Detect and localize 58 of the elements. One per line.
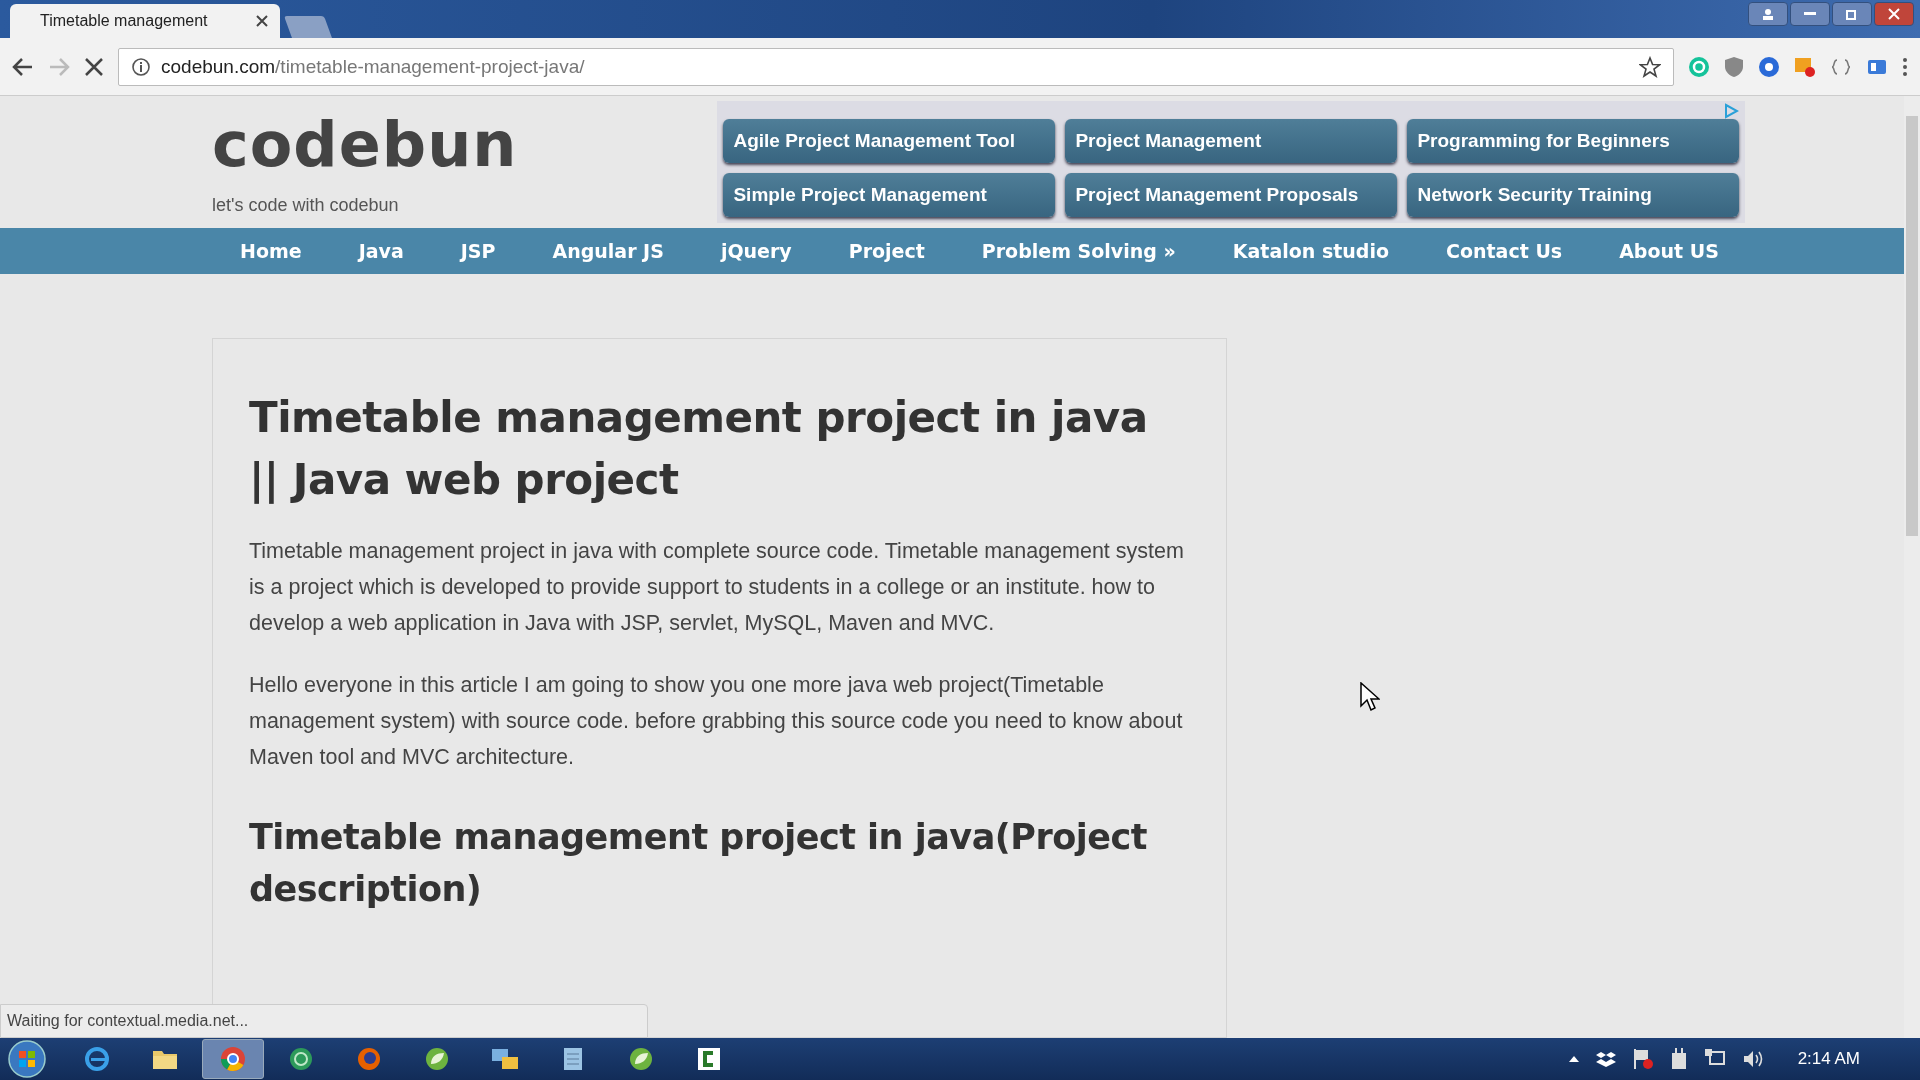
chrome-icon[interactable] xyxy=(219,1045,247,1073)
info-icon[interactable] xyxy=(131,56,151,77)
nav-link[interactable]: Project xyxy=(848,239,925,262)
grammar-check-icon[interactable] xyxy=(1688,55,1710,78)
ad-link-button[interactable]: Simple Project Management xyxy=(723,172,1056,217)
restore-button[interactable] xyxy=(1832,2,1872,26)
blocked-icon[interactable] xyxy=(1794,55,1816,78)
section-heading: Timetable management project in java(Project description) xyxy=(249,816,1148,911)
leaf-icon[interactable] xyxy=(627,1045,655,1073)
nav-link[interactable]: Katalon studio xyxy=(1232,239,1389,262)
ad-link-button[interactable]: Project Management Proposals xyxy=(1065,172,1398,217)
ad-link-button[interactable]: Network Security Training xyxy=(1407,172,1740,217)
tray-arrow-icon[interactable] xyxy=(1567,1055,1580,1063)
nav-link[interactable]: Contact Us xyxy=(1446,239,1563,262)
scrollbar[interactable] xyxy=(1904,96,1920,1038)
back-icon[interactable] xyxy=(12,56,34,77)
article-paragraph: Timetable management project in java with complete source code. Timetable management system is a project which is developed to provide support to students in a college or an institute. how to develop a web application in Java with JSP, servlet, MySQL, Maven and MVC. xyxy=(249,538,1185,637)
scrollbar-thumb[interactable] xyxy=(1906,116,1918,536)
notepad-icon[interactable] xyxy=(561,1045,585,1073)
power-plug-icon[interactable] xyxy=(1669,1048,1688,1070)
nav-link[interactable]: JSP xyxy=(460,239,496,262)
status-bubble: Waiting for contextual.media.net... xyxy=(0,1004,648,1038)
leaf-icon[interactable] xyxy=(423,1045,451,1073)
article-title: Timetable management project in java || Java web project xyxy=(249,392,1149,506)
star-icon[interactable] xyxy=(1639,55,1661,78)
nav-link[interactable]: Home xyxy=(240,239,302,262)
close-icon[interactable] xyxy=(256,15,268,27)
nav-link[interactable]: jQuery xyxy=(720,239,792,262)
shield-icon[interactable] xyxy=(1724,55,1744,78)
menu-icon[interactable] xyxy=(1902,56,1908,77)
address-field[interactable]: codebun.com/timetable-management-project-java/ xyxy=(118,47,1674,86)
nav-link[interactable]: About US xyxy=(1619,239,1719,262)
new-tab-button[interactable] xyxy=(284,16,332,38)
browser-icon[interactable] xyxy=(83,1045,111,1073)
url-text: codebun.com/timetable-management-project-java/ xyxy=(161,55,586,78)
site-tagline: let's code with codebun xyxy=(212,194,400,216)
browser-tab[interactable]: Timetable management xyxy=(10,4,280,38)
site-logo[interactable]: codebun xyxy=(212,107,518,181)
article-paragraph: Hello everyone in this article I am going to show you one more java web project(Timetable management system) with source code. before grabbing this source code you need to know about Maven tool and MVC architecture. xyxy=(249,672,1184,771)
close-button[interactable] xyxy=(1874,2,1914,26)
nav-link[interactable]: Java xyxy=(358,239,404,262)
nav-link[interactable]: Angular JS xyxy=(552,239,664,262)
close-icon xyxy=(1888,8,1900,20)
minimize-icon xyxy=(1804,12,1816,16)
ad-link-button[interactable]: Project Management xyxy=(1065,118,1398,163)
nav-link[interactable]: Problem Solving » xyxy=(981,239,1176,262)
minimize-button[interactable] xyxy=(1790,2,1830,26)
restore-icon xyxy=(1846,8,1858,20)
clock-text[interactable]: 2:14 AM xyxy=(1797,1049,1860,1069)
ad-link-button[interactable]: Programming for Beginners xyxy=(1407,118,1740,163)
circle-icon[interactable] xyxy=(1758,55,1780,78)
box-icon[interactable] xyxy=(1595,1050,1616,1068)
ad-link-button[interactable]: Agile Project Management Tool xyxy=(723,118,1056,163)
stop-icon[interactable] xyxy=(84,56,104,77)
flag-icon[interactable] xyxy=(1631,1048,1654,1070)
user-button[interactable] xyxy=(1748,2,1788,26)
user-icon xyxy=(1762,8,1774,20)
mouse-cursor-icon xyxy=(1360,682,1380,712)
